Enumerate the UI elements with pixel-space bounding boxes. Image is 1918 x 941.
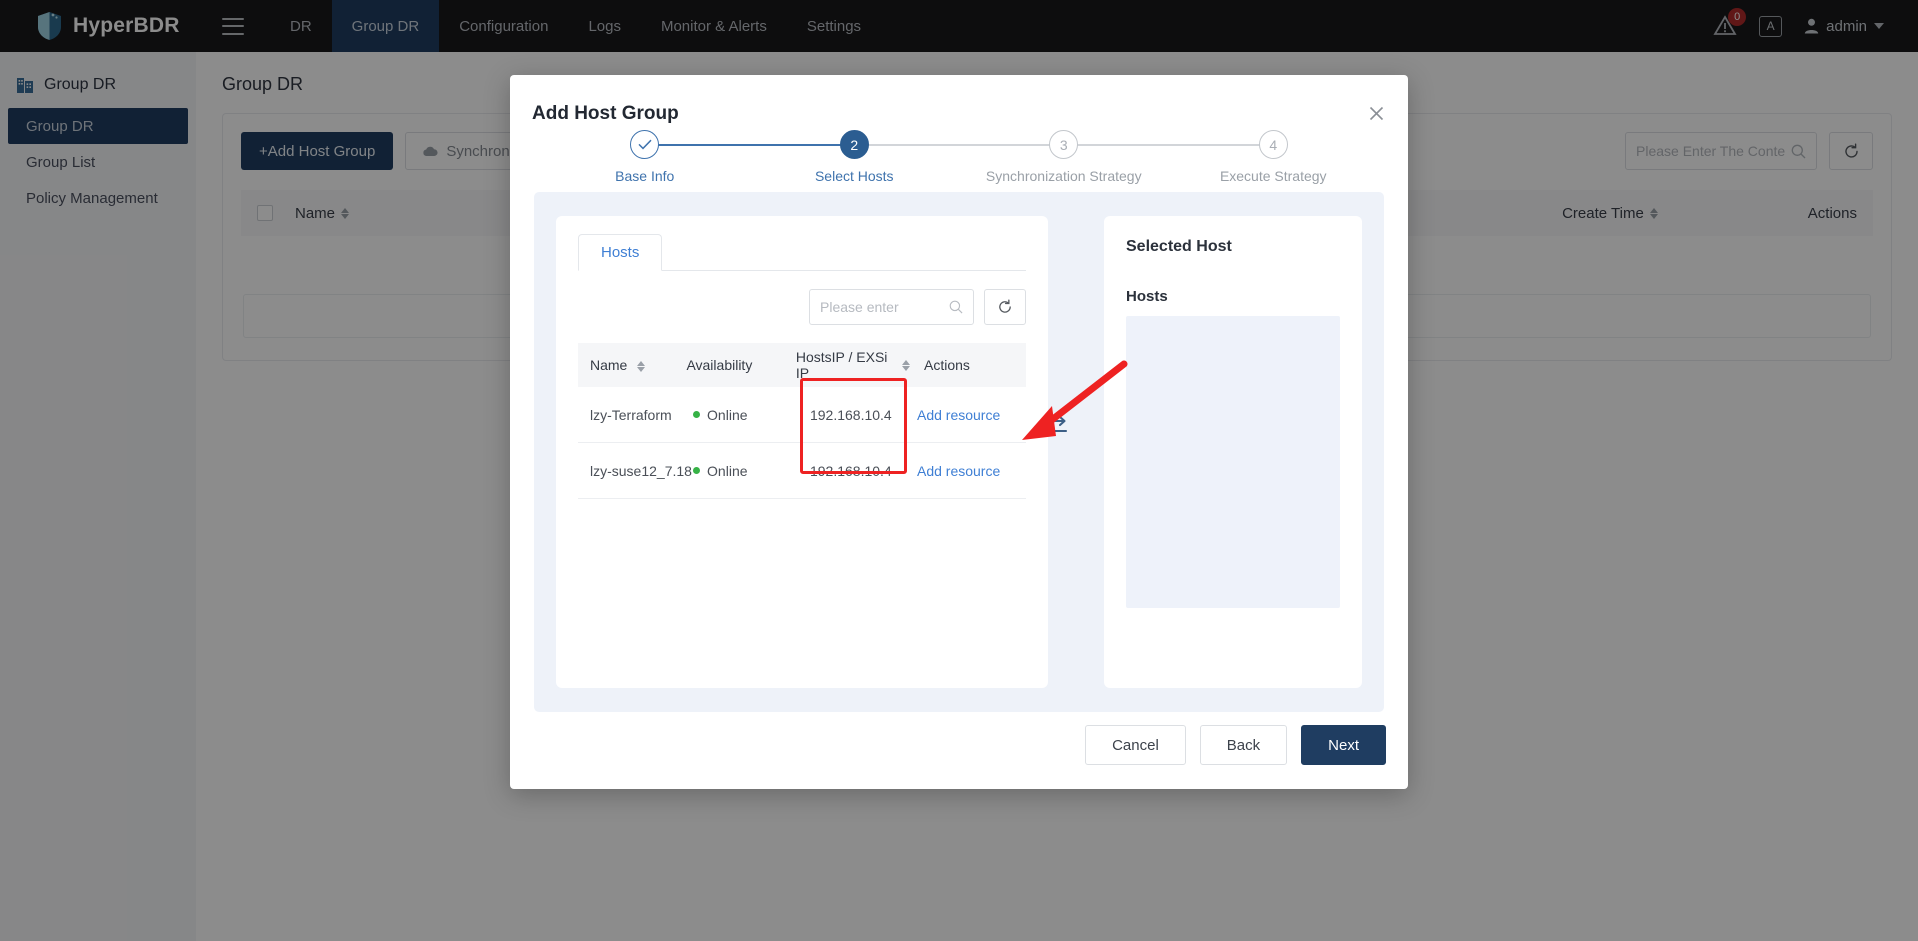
hosts-column-actions: Actions [924,357,970,373]
transfer-arrows-icon[interactable] [1042,412,1070,440]
add-host-group-modal: Add Host Group Base Info 2 Select Hosts … [510,75,1408,789]
hosts-column-name: Name [578,357,686,373]
host-availability-label: Online [707,406,748,423]
app-root: HyperBDR DR Group DR Configuration Logs … [0,0,1918,941]
step-synchronization-strategy[interactable]: 3 Synchronization Strategy [854,130,1274,184]
step-1-label: Base Info [615,168,675,184]
selected-host-title: Selected Host [1126,238,1232,255]
selected-hosts-card: Selected Host Hosts [1104,216,1362,688]
table-row[interactable]: lzy-Terraform Online 192.168.10.4 Add re… [578,387,1026,443]
step-base-info[interactable]: Base Info [540,130,855,184]
step-execute-strategy[interactable]: 4 Execute Strategy [1063,130,1379,184]
step-line-2a [644,144,855,146]
next-button[interactable]: Next [1301,725,1386,765]
check-icon [638,139,652,150]
hosts-table-header: Name Availability HostsIP / EXSi IP Acti… [578,343,1026,387]
back-button[interactable]: Back [1199,725,1288,765]
available-hosts-card: Hosts Please enter Name Availability Hos… [556,216,1048,688]
table-row[interactable]: lzy-suse12_7.18 Online 192.168.10.4 Add … [578,443,1026,499]
hosts-refresh-button[interactable] [984,289,1026,325]
selected-hosts-dropzone[interactable] [1126,316,1340,608]
step-3-label: Synchronization Strategy [985,168,1142,184]
step-2-label: Select Hosts [814,168,894,184]
selected-hosts-subtitle: Hosts [1126,288,1168,305]
host-ip: 192.168.10.4 [809,406,892,423]
sort-name-icon[interactable] [637,360,646,372]
hosts-search-box[interactable] [809,289,974,325]
modal-title: Add Host Group [532,103,679,124]
modal-footer: Cancel Back Next [1085,725,1386,765]
hosts-column-availability: Availability [686,357,753,373]
step-1-indicator [630,130,660,159]
host-name: lzy-suse12_7.18 [590,462,692,479]
step-2-indicator: 2 [839,130,869,159]
host-name: lzy-Terraform [590,406,672,423]
wizard-stepper: Base Info 2 Select Hosts 3 Synchronizati… [540,130,1378,184]
close-icon[interactable] [1364,101,1388,125]
step-3-indicator: 3 [1049,130,1079,159]
hosts-table: Name Availability HostsIP / EXSi IP Acti… [578,343,1026,499]
host-ip: 192.168.10.4 [809,462,892,479]
step-4-indicator: 4 [1258,130,1288,159]
host-availability: Online [693,463,810,479]
status-dot-online-icon [693,411,701,418]
host-availability-label: Online [707,462,748,479]
hosts-column-ip-label: HostsIP / EXSi IP [795,348,888,381]
close-x-icon [1369,106,1383,120]
add-resource-link[interactable]: Add resource [917,463,1026,479]
host-availability: Online [693,407,810,423]
refresh-icon [999,299,1011,313]
step-4-label: Execute Strategy [1219,168,1327,184]
tab-hosts[interactable]: Hosts [578,234,663,271]
step-line-4 [1063,144,1274,146]
host-transfer-container: Hosts Please enter Name Availability Hos… [534,192,1384,712]
hosts-column-name-label: Name [590,357,628,373]
sort-ip-icon[interactable] [902,359,910,371]
step-select-hosts[interactable]: 2 Select Hosts [644,130,1064,184]
step-line-3a [854,144,1064,146]
cancel-button[interactable]: Cancel [1085,725,1186,765]
hosts-tabs: Hosts [578,234,1026,271]
hosts-toolbar [556,271,1048,325]
search-icon [949,300,963,314]
status-dot-online-icon [693,467,701,474]
add-resource-link[interactable]: Add resource [917,407,1026,423]
hosts-search-input[interactable] [820,299,949,315]
hosts-column-ip: HostsIP / EXSi IP [796,349,896,381]
